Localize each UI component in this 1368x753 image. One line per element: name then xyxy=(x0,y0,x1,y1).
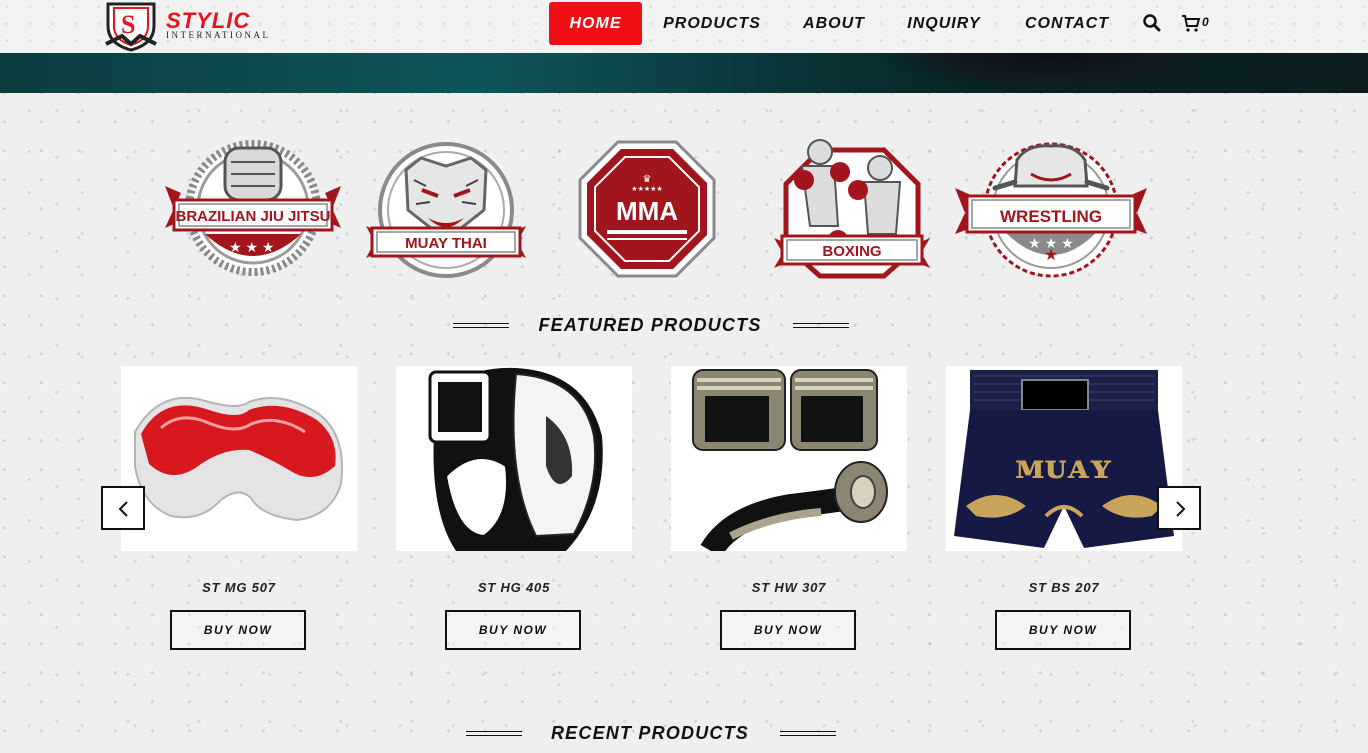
buy-now-button[interactable]: BUY NOW xyxy=(720,610,856,650)
category-bjj[interactable]: ★ ★ ★ BRAZILIAN JIU JITSU xyxy=(165,138,341,280)
category-mma[interactable]: ♛ ★★★★★ MMA xyxy=(578,140,716,278)
product-image-headguard[interactable] xyxy=(396,366,632,551)
product-name: ST MG 507 xyxy=(202,580,276,595)
svg-text:♛: ♛ xyxy=(643,174,652,185)
category-wrestling-label: WRESTLING xyxy=(1000,207,1102,226)
nav-contact[interactable]: CONTACT xyxy=(1020,2,1114,45)
product-card: ST HG 405 BUY NOW xyxy=(396,366,632,650)
product-name: ST HW 307 xyxy=(751,580,827,595)
brand-subtitle: INTERNATIONAL xyxy=(166,30,271,40)
recent-products-title: RECENT PRODUCTS xyxy=(550,723,749,743)
category-muay-thai[interactable]: MUAY THAI xyxy=(366,140,526,280)
product-card: ᴍᴜᴀʏ ST BS 207 BUY NOW xyxy=(946,366,1182,650)
svg-text:★ ★ ★: ★ ★ ★ xyxy=(229,239,274,255)
hero-figure xyxy=(880,53,1220,93)
search-icon[interactable] xyxy=(1142,13,1162,33)
cart-icon xyxy=(1182,15,1201,32)
product-image-hand-wraps[interactable] xyxy=(671,366,907,551)
nav-products[interactable]: PRODUCTS xyxy=(660,2,764,45)
category-bjj-label: BRAZILIAN JIU JITSU xyxy=(175,208,330,225)
cart-count: 0 xyxy=(1202,15,1209,29)
fist-icon: ★ ★ ★ BRAZILIAN JIU JITSU xyxy=(165,140,341,276)
carousel-next-button[interactable] xyxy=(1157,486,1201,530)
category-muay-thai-label: MUAY THAI xyxy=(405,235,487,252)
product-image-mouthguard[interactable] xyxy=(121,366,357,551)
cart-button[interactable]: 0 xyxy=(1181,13,1215,35)
category-wrestling[interactable]: ★ ★ ★ ★ WRESTLING xyxy=(955,138,1147,280)
title-divider-right xyxy=(793,323,849,328)
svg-text:★: ★ xyxy=(1044,247,1058,264)
buy-now-button[interactable]: BUY NOW xyxy=(995,610,1131,650)
tiger-icon: MUAY THAI xyxy=(366,142,526,278)
bear-icon: ★ ★ ★ ★ WRESTLING xyxy=(955,142,1147,278)
chevron-right-icon xyxy=(1176,501,1186,517)
product-name: ST HG 405 xyxy=(477,580,551,595)
boxers-icon: BOXING xyxy=(774,139,930,279)
featured-products-title: FEATURED PRODUCTS xyxy=(538,315,762,335)
carousel-prev-button[interactable] xyxy=(101,486,145,530)
nav-inquiry[interactable]: INQUIRY xyxy=(903,2,985,45)
nav-about[interactable]: ABOUT xyxy=(798,2,870,45)
brand-logo[interactable]: S STYLIC INTERNATIONAL xyxy=(104,0,274,52)
product-card: ST MG 507 BUY NOW xyxy=(121,366,357,650)
buy-now-button[interactable]: BUY NOW xyxy=(170,610,306,650)
category-boxing[interactable]: BOXING xyxy=(772,136,932,280)
category-boxing-label: BOXING xyxy=(822,243,881,260)
buy-now-button[interactable]: BUY NOW xyxy=(445,610,581,650)
hero-banner xyxy=(0,53,1368,93)
category-mma-label: MMA xyxy=(616,196,678,226)
svg-text:★★★★★: ★★★★★ xyxy=(631,185,662,193)
title-divider-right xyxy=(780,731,836,736)
product-card: ST HW 307 BUY NOW xyxy=(671,366,907,650)
chevron-left-icon xyxy=(118,501,128,517)
site-header: S STYLIC INTERNATIONAL HOME PRODUCTS ABO… xyxy=(0,0,1368,53)
octagon-icon: ♛ ★★★★★ MMA xyxy=(578,140,716,278)
svg-text:ᴍᴜᴀʏ: ᴍᴜᴀʏ xyxy=(1015,447,1113,487)
product-image-boxing-shorts[interactable]: ᴍᴜᴀʏ xyxy=(946,366,1182,551)
shield-s-logo-icon: S xyxy=(105,2,157,52)
nav-home[interactable]: HOME xyxy=(549,2,642,45)
product-name: ST BS 207 xyxy=(1028,580,1100,595)
